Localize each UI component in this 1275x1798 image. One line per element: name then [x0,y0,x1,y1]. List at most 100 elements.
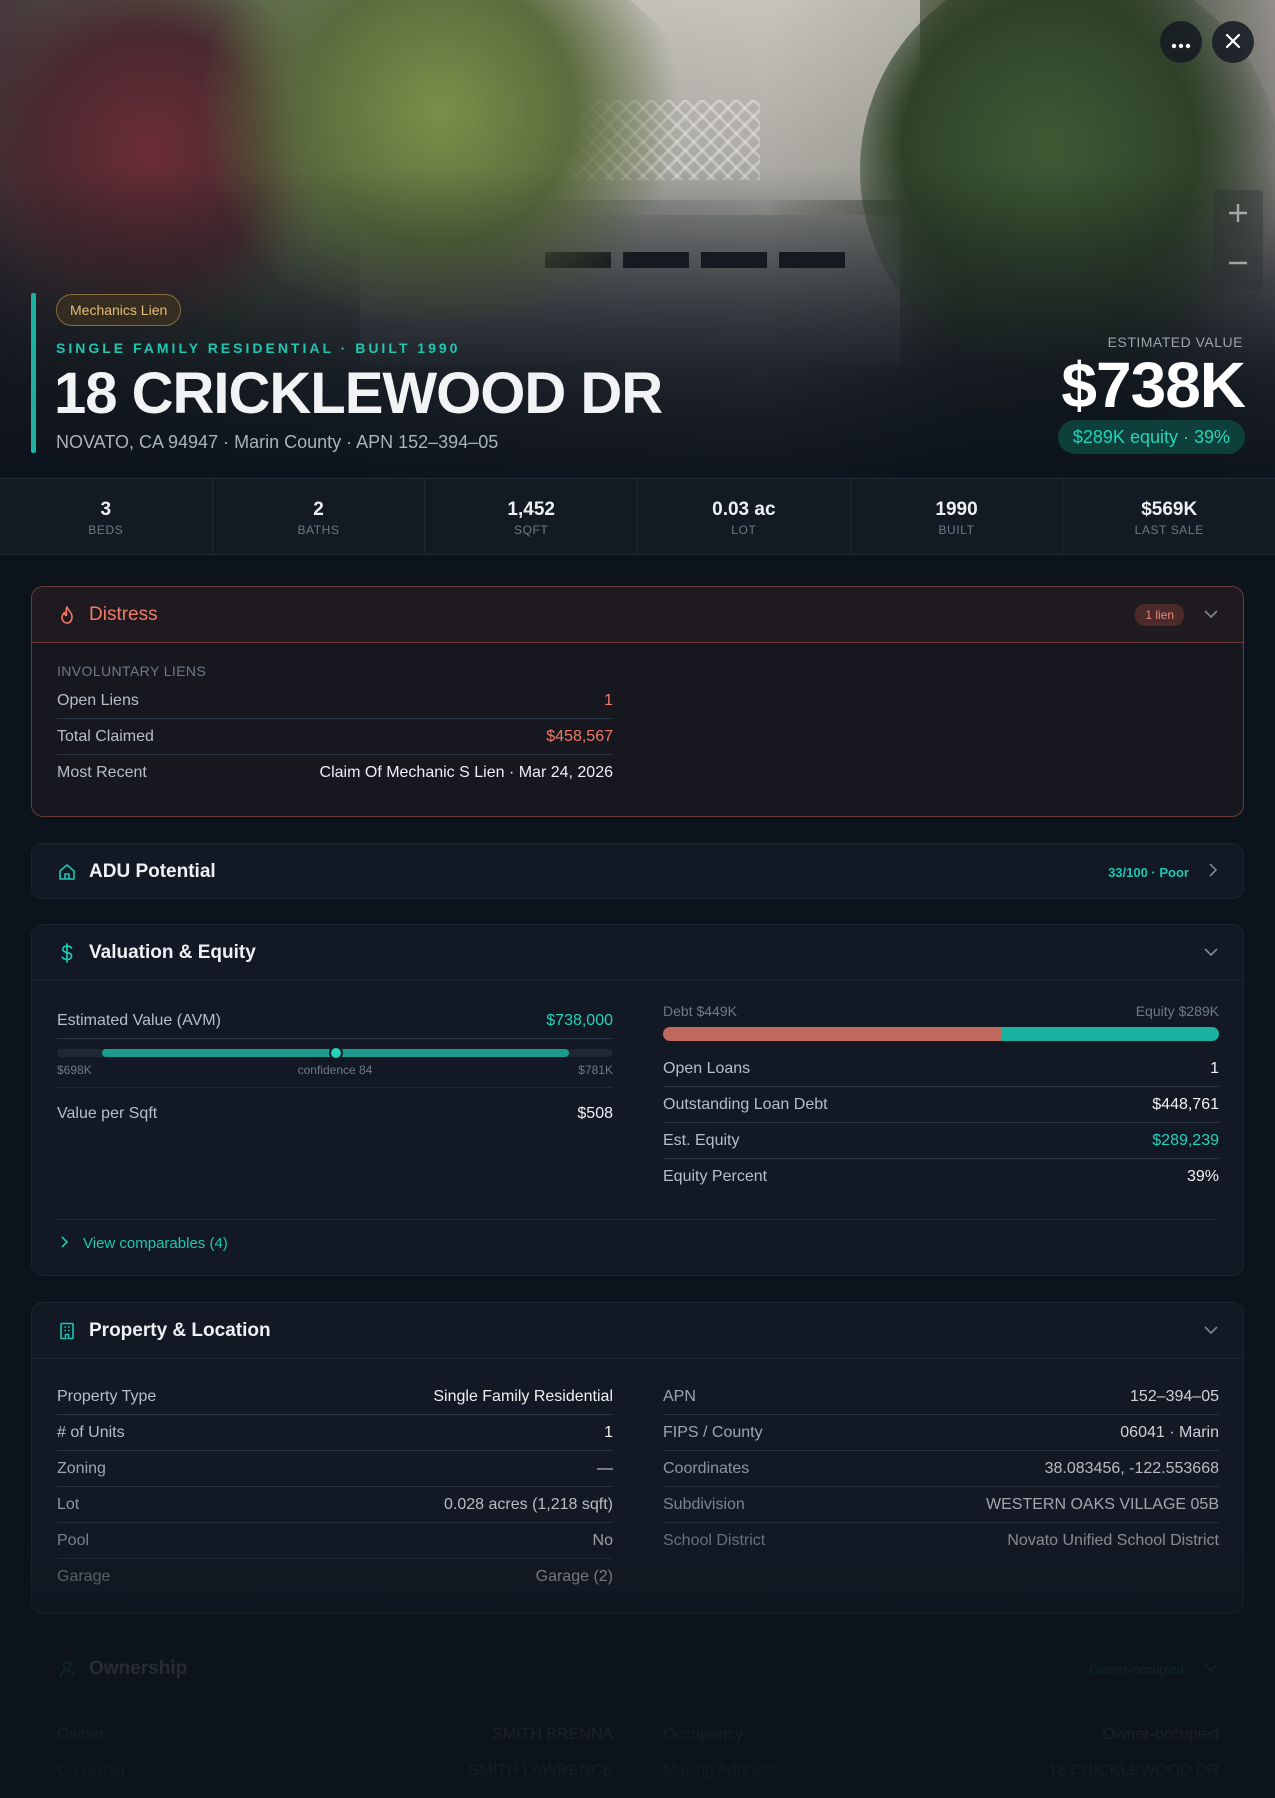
row-value: $458,567 [546,727,613,745]
row-label: Owner [57,1725,105,1743]
row-label: Occupancy [663,1725,744,1743]
more-options-button[interactable] [1160,21,1202,63]
row-label: Estimated Value (AVM) [57,1011,221,1029]
row-label: Pool [57,1531,90,1549]
stat-value: 2 [313,499,324,520]
view-comparables-label: View comparables (4) [83,1235,228,1252]
property-row: Lot 0.028 acres (1,218 sqft) [57,1487,613,1523]
chevron-down-icon[interactable] [1204,1660,1218,1678]
chevron-down-icon[interactable] [1204,1322,1218,1340]
row-label: Garage [57,1568,111,1585]
close-icon [1225,31,1241,53]
view-comparables-link[interactable]: View comparables (4) [61,1235,228,1252]
stat-label: LAST SALE [1134,523,1204,537]
property-location-card: Property & Location Property Type Single … [31,1302,1244,1614]
ownership-card-header[interactable]: Ownership Owner-occupied [32,1641,1243,1697]
equity-row-est-equity: Est. Equity $289,239 [663,1123,1219,1159]
stat-built: 1990 BUILT [851,479,1064,554]
row-value: Owner-occupied [1102,1725,1220,1743]
row-label: Property Type [57,1387,157,1405]
avm-confidence-track [57,1046,613,1060]
distress-row-total-claimed: Total Claimed $458,567 [57,719,613,755]
valuation-equity-card: Valuation & Equity Estimated Value (AVM)… [31,924,1244,1276]
row-label: Outstanding Loan Debt [663,1095,828,1113]
row-value: Claim Of Mechanic S Lien · Mar 24, 2026 [319,764,613,781]
row-value: 1 [604,691,613,709]
ownership-right-rows: Occupancy Owner-occupied Mailing Address 1… [663,1717,1219,1789]
chevron-right-icon[interactable] [1209,862,1218,882]
distress-rows: Open Liens 1 Total Claimed $458,567 Most… [57,683,613,791]
adu-potential-card[interactable]: ADU Potential 33/100 · Poor [31,843,1244,899]
row-label: Est. Equity [663,1131,740,1149]
stat-label: LOT [731,523,757,537]
property-row: APN 152–394–05 [663,1379,1219,1415]
property-row: FIPS / County 06041 · Marin [663,1415,1219,1451]
stat-baths: 2 BATHS [213,479,426,554]
stat-value: 0.03 ac [712,499,776,520]
zoom-in-button[interactable] [1213,190,1263,240]
user-icon [57,1659,77,1679]
debt-label: Debt $449K [663,1003,737,1019]
property-row: Property Type Single Family Residential [57,1379,613,1415]
estimated-value-label: ESTIMATED VALUE [1107,334,1243,350]
row-value: 18 CRICKLEWOOD DR [1048,1762,1219,1779]
avm-section: Estimated Value (AVM) $738,000 $698K con… [57,1003,613,1132]
equity-row-open-loans: Open Loans 1 [663,1051,1219,1087]
dollar-icon [57,942,77,963]
row-value: Single Family Residential [433,1387,613,1405]
distress-body: INVOLUNTARY LIENS Open Liens 1 Total Cla… [32,643,638,791]
row-value: WESTERN OAKS VILLAGE 05B [986,1495,1219,1513]
equity-rows: Open Loans 1 Outstanding Loan Debt $448,… [663,1051,1219,1195]
stat-label: BUILT [938,523,975,537]
property-card-header[interactable]: Property & Location [32,1303,1243,1359]
property-kicker: SINGLE FAMILY RESIDENTIAL · BUILT 1990 [56,340,461,356]
ownership-title: Ownership [89,1658,188,1679]
debt-equity-bar [663,1027,1219,1041]
ownership-row: Co-owner SMITH LAWRENCE [57,1753,613,1789]
row-value: 06041 · Marin [1120,1423,1219,1441]
row-value: Novato Unified School District [1007,1532,1219,1549]
row-label: School District [663,1532,766,1549]
chevron-down-icon[interactable] [1204,606,1218,624]
property-right-rows: APN 152–394–05 FIPS / County 06041 · Marin… [663,1379,1219,1559]
property-title: Property & Location [89,1319,271,1341]
row-label: APN [663,1387,696,1405]
close-button[interactable] [1212,21,1254,63]
range-high: $781K [578,1063,613,1077]
equity-fill [1002,1027,1219,1041]
row-value: 1 [1210,1059,1219,1077]
distress-card: Distress 1 lien INVOLUNTARY LIENS Open L… [31,586,1244,817]
valuation-card-header[interactable]: Valuation & Equity [32,925,1243,981]
property-row: Pool No [57,1523,613,1559]
stat-label: BEDS [88,523,124,537]
adu-card-header[interactable]: ADU Potential 33/100 · Poor [32,844,1243,900]
stat-value: $569K [1141,499,1198,520]
equity-section: Debt $449K Equity $289K Open Loans 1 Out… [663,1003,1219,1195]
row-value: — [597,1459,613,1477]
row-value: 0.028 acres (1,218 sqft) [444,1495,613,1513]
valuation-title: Valuation & Equity [89,941,256,963]
row-label: Equity Percent [663,1168,768,1185]
property-row: School District Novato Unified School Dis… [663,1523,1219,1559]
stat-beds: 3 BEDS [0,479,213,554]
zoom-out-button[interactable] [1213,240,1263,290]
lien-badge: Mechanics Lien [56,294,182,326]
ownership-row: Mailing Address 18 CRICKLEWOOD DR [663,1753,1219,1789]
row-value: Garage (2) [535,1568,613,1585]
per-sqft-wrap: Value per Sqft $508 [57,1087,613,1132]
distress-card-header[interactable]: Distress 1 lien [32,587,1243,643]
avm-row: Estimated Value (AVM) $738,000 [57,1003,613,1039]
row-label: Zoning [57,1459,106,1477]
occupancy-chip: Owner-occupied [1089,1661,1184,1677]
stat-value: 1,452 [507,499,555,520]
property-row: # of Units 1 [57,1415,613,1451]
chevron-down-icon[interactable] [1204,944,1218,962]
range-confidence: confidence 84 [297,1063,373,1077]
debt-equity-labels: Debt $449K Equity $289K [663,1003,1219,1019]
ownership-row: Owner SMITH BRENNA [57,1717,613,1753]
building-icon [57,1321,77,1341]
stat-sqft: 1,452 SQFT [425,479,639,554]
property-row: Zoning — [57,1451,613,1487]
row-label: FIPS / County [663,1423,763,1441]
row-label: Most Recent [57,764,147,781]
